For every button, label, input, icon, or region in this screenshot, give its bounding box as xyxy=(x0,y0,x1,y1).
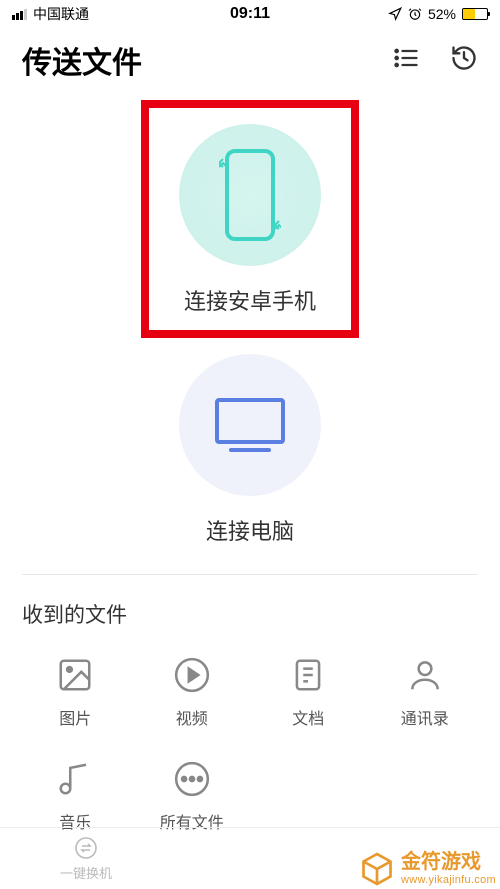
document-icon xyxy=(288,655,328,695)
music-icon xyxy=(55,759,95,799)
status-left: 中国联通 xyxy=(12,4,89,24)
received-item-pictures[interactable]: 图片 xyxy=(22,655,129,729)
header: 传送文件 xyxy=(0,28,500,92)
grid-label: 图片 xyxy=(59,705,91,729)
connect-pc-label: 连接电脑 xyxy=(206,514,294,546)
pc-circle xyxy=(179,354,321,496)
page-title: 传送文件 xyxy=(22,38,142,82)
video-icon xyxy=(172,655,212,695)
clock: 09:11 xyxy=(230,5,270,23)
connect-android-label: 连接安卓手机 xyxy=(184,284,316,316)
watermark-en: www.yikajinfu.com xyxy=(401,874,496,887)
received-grid: 图片 视频 文档 通讯录 音乐 所有文件 xyxy=(0,655,500,833)
connect-android-option[interactable]: 连接安卓手机 xyxy=(141,100,359,338)
signal-icon xyxy=(12,9,27,20)
image-icon xyxy=(55,655,95,695)
alarm-icon xyxy=(408,7,422,21)
status-bar: 中国联通 09:11 52% xyxy=(0,0,500,28)
received-item-videos[interactable]: 视频 xyxy=(139,655,246,729)
grid-label: 文档 xyxy=(292,705,324,729)
swap-icon xyxy=(74,836,98,860)
phone-icon xyxy=(219,145,281,245)
more-icon xyxy=(172,759,212,799)
connect-pc-option[interactable]: 连接电脑 xyxy=(179,354,321,546)
list-icon[interactable] xyxy=(392,44,420,77)
monitor-icon xyxy=(211,394,289,456)
watermark-cn: 金符游戏 xyxy=(401,851,481,874)
switch-phone-label: 一键换机 xyxy=(60,863,112,882)
header-actions xyxy=(392,44,478,77)
received-section-title: 收到的文件 xyxy=(0,575,500,655)
received-item-music[interactable]: 音乐 xyxy=(22,759,129,833)
contacts-icon xyxy=(405,655,445,695)
switch-phone-button[interactable]: 一键换机 xyxy=(60,836,112,882)
history-icon[interactable] xyxy=(450,44,478,77)
cube-icon xyxy=(359,851,395,887)
carrier-label: 中国联通 xyxy=(33,4,89,24)
received-item-docs[interactable]: 文档 xyxy=(255,655,362,729)
grid-label: 视频 xyxy=(176,705,208,729)
received-item-allfiles[interactable]: 所有文件 xyxy=(139,759,246,833)
android-circle xyxy=(179,124,321,266)
connection-options: 连接安卓手机 连接电脑 xyxy=(0,92,500,574)
battery-percent: 52% xyxy=(428,6,456,22)
received-item-contacts[interactable]: 通讯录 xyxy=(372,655,479,729)
watermark: 金符游戏 www.yikajinfu.com xyxy=(359,851,496,887)
status-right: 52% xyxy=(388,6,488,22)
battery-icon xyxy=(462,8,488,20)
grid-label: 通讯录 xyxy=(401,705,449,729)
location-icon xyxy=(388,7,402,21)
